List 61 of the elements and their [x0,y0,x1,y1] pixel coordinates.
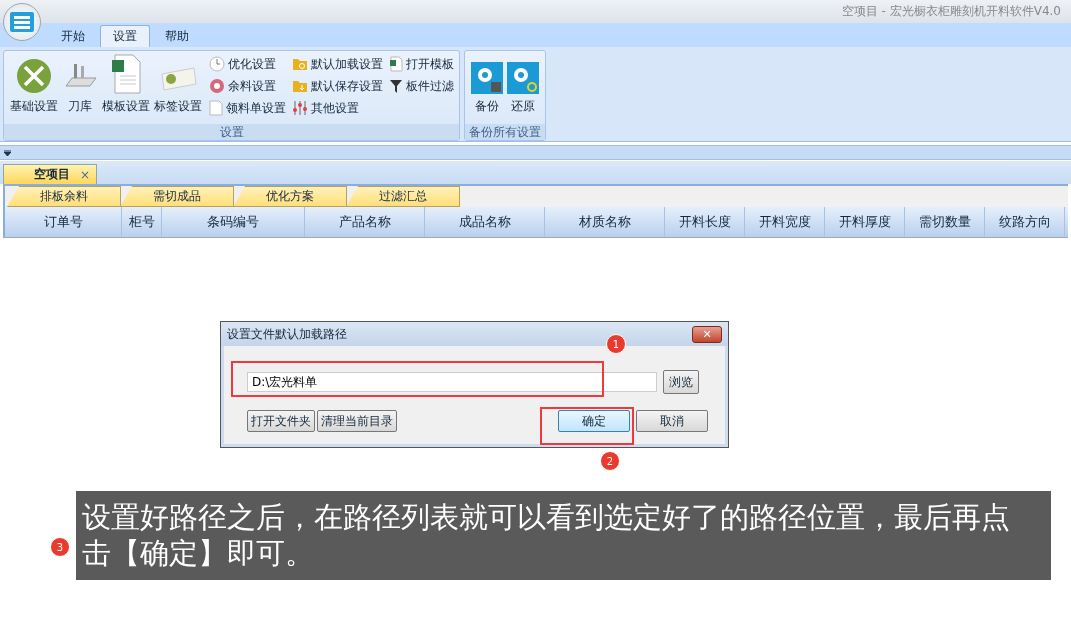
ribbon-button[interactable]: 模板设置 [100,53,152,119]
group-label: 备份所有设置 [465,124,545,140]
folder-icon [292,78,308,94]
ribbon-button[interactable]: 默认保存设置 [291,75,384,97]
document-tab[interactable]: 空项目 × [3,164,98,184]
column-header[interactable]: 成品名称 [425,207,545,237]
close-icon[interactable]: × [80,167,91,182]
dropdown-icon[interactable] [4,149,11,156]
window-title: 空项目 - 宏光橱衣柜雕刻机开料软件V4.0 [841,3,1061,20]
path-field[interactable]: D:\宏光料单 [247,372,657,392]
column-header[interactable]: 开料厚度 [825,207,905,237]
column-header[interactable]: 条码编号 [162,207,305,237]
ribbon-button[interactable]: 优化设置 [208,53,287,75]
ribbon-tab[interactable]: 帮助 [152,25,202,47]
column-header[interactable]: 柜号 [122,207,162,237]
ribbon-button[interactable]: 基础设置 [8,53,60,119]
dialog-title: 设置文件默认加载路径 [227,325,347,343]
ok-button[interactable]: 确定 [558,410,630,432]
sheet-tab[interactable]: 优化方案 [233,186,347,207]
column-header[interactable]: 订单号 [5,207,122,237]
ribbon-button[interactable]: 备份 [469,53,505,119]
document-icon [209,100,223,116]
server-icon [9,11,35,33]
label-icon [158,64,198,94]
caption-text: 设置好路径之后，在路径列表就可以看到选定好了的路径位置，最后再点击【确定】即可。 [76,491,1051,580]
sheet-tab[interactable]: 过滤汇总 [346,186,460,207]
sheet-tab[interactable]: 需切成品 [120,186,234,207]
sliders-icon [292,100,308,116]
group-label: 设置 [4,124,459,140]
column-header[interactable]: 需切数量 [905,207,985,237]
ribbon-button[interactable]: 刀库 [60,53,100,119]
filter-icon [389,78,403,94]
column-header[interactable]: 材质名称 [545,207,665,237]
ribbon-button[interactable]: 还原 [505,53,541,119]
ribbon-button[interactable]: 余料设置 [208,75,287,97]
column-header[interactable]: 开料长度 [665,207,745,237]
column-header[interactable]: 产品名称 [305,207,425,237]
ribbon-button[interactable]: 板件过滤 [388,75,455,97]
tab-label: 空项目 [34,166,70,183]
ribbon-tab[interactable]: 设置 [100,25,150,47]
ribbon-button[interactable]: 默认加载设置 [291,53,384,75]
ribbon-button[interactable]: 标签设置 [152,53,204,119]
cancel-button[interactable]: 取消 [636,410,708,432]
ribbon-button[interactable]: 打开模板 [388,53,455,75]
ribbon-button[interactable]: 其他设置 [291,97,384,119]
column-header[interactable]: 开料宽度 [745,207,825,237]
step-marker: 3 [50,537,70,557]
ribbon-tab[interactable]: 开始 [48,25,98,47]
clock-icon [209,56,225,72]
dialog-button[interactable]: 清理当前目录 [317,410,397,432]
step-marker: 2 [600,451,620,471]
spreadsheet-icon [111,54,141,94]
spreadsheet-icon [389,56,403,72]
app-menu-button[interactable] [3,3,41,41]
dialog-button[interactable]: 打开文件夹 [247,410,315,432]
circle-icon [209,78,225,94]
column-header[interactable]: 纹路方向 [985,207,1065,237]
folder-icon [292,56,308,72]
sheet-tab[interactable]: 排板余料 [7,186,121,207]
browse-button[interactable]: 浏览 [663,370,699,394]
ribbon-button[interactable]: 领料单设置 [208,97,287,119]
